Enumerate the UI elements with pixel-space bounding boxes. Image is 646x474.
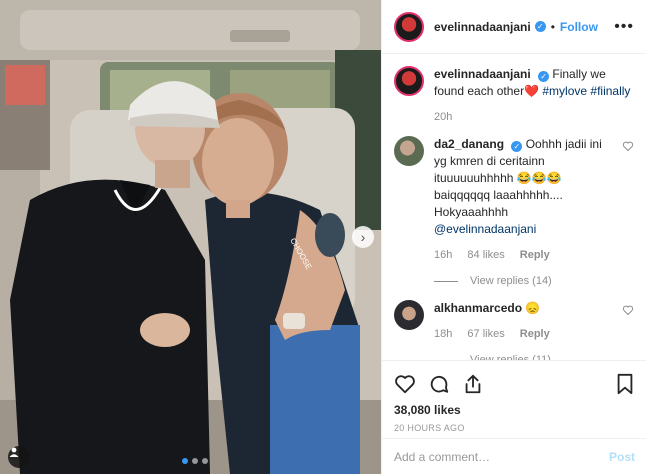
commenter-avatar[interactable]: [394, 136, 424, 166]
comment-time[interactable]: 16h: [434, 249, 452, 261]
comment-input[interactable]: [394, 449, 609, 464]
verified-badge-icon: ✓: [534, 21, 546, 32]
carousel-dot: [192, 458, 198, 464]
post-timestamp[interactable]: 20 HOURS AGO: [394, 423, 635, 433]
caption-avatar[interactable]: [394, 66, 424, 96]
reply-button[interactable]: Reply: [520, 249, 550, 261]
hashtag-link[interactable]: #fiinally: [590, 84, 630, 98]
verified-badge-icon: ✓: [538, 71, 550, 82]
follow-button[interactable]: Follow: [560, 20, 598, 34]
caption-time[interactable]: 20h: [434, 111, 452, 123]
comment-username[interactable]: alkhanmarcedo: [434, 301, 522, 315]
post-side-panel: evelinnadaanjani ✓ • Follow ••• evelinna…: [381, 0, 646, 474]
post-comment-button[interactable]: Post: [609, 450, 635, 464]
like-count[interactable]: 38,080 likes: [394, 403, 635, 417]
heart-emoji: ❤️: [524, 84, 540, 98]
author-avatar[interactable]: [394, 11, 424, 42]
carousel-dot: [202, 458, 208, 464]
reply-button[interactable]: Reply: [520, 328, 550, 340]
comment-item: da2_danang ✓ Oohhh jadii ini yg kmren di…: [394, 136, 634, 290]
comment-item: alkhanmarcedo 😞 18h 67 likes Reply View …: [394, 300, 634, 360]
view-replies-button[interactable]: View replies (14): [434, 273, 614, 290]
more-options-icon[interactable]: •••: [614, 18, 634, 36]
comment-username[interactable]: da2_danang: [434, 137, 504, 151]
post-photo[interactable]: CHOOSE ›: [0, 0, 381, 474]
share-icon[interactable]: [462, 373, 484, 395]
photo-illustration: CHOOSE: [0, 0, 381, 474]
bookmark-icon[interactable]: [615, 373, 635, 395]
post-header: evelinnadaanjani ✓ • Follow •••: [382, 0, 646, 54]
user-tag-button[interactable]: [8, 446, 30, 468]
comment-bubble-icon[interactable]: [428, 373, 450, 395]
chevron-right-icon: ›: [360, 229, 366, 245]
comment-like-heart-icon[interactable]: [622, 304, 634, 316]
author-username[interactable]: evelinnadaanjani: [434, 20, 531, 34]
hashtag-link[interactable]: #mylove: [542, 84, 587, 98]
mention-link[interactable]: @evelinnadaanjani: [434, 222, 536, 236]
add-comment-bar: Post: [382, 438, 646, 474]
carousel-dot-active: [182, 458, 188, 464]
heart-icon[interactable]: [394, 373, 416, 395]
comment-likes[interactable]: 67 likes: [467, 328, 504, 340]
post-actions: 38,080 likes 20 HOURS AGO: [382, 360, 646, 433]
caption: evelinnadaanjani ✓ Finally we found each…: [394, 66, 634, 126]
commenter-avatar[interactable]: [394, 300, 424, 330]
comment-like-heart-icon[interactable]: [622, 140, 634, 152]
comment-text: 😞: [525, 301, 541, 315]
comments-list: evelinnadaanjani ✓ Finally we found each…: [382, 54, 646, 360]
carousel-next-button[interactable]: ›: [352, 226, 374, 248]
verified-badge-icon: ✓: [511, 141, 523, 152]
user-tag-icon: [9, 447, 19, 457]
carousel-indicator: [182, 458, 208, 464]
comment-likes[interactable]: 84 likes: [467, 249, 504, 261]
view-replies-button[interactable]: View replies (11): [434, 352, 614, 360]
header-separator: •: [550, 19, 555, 34]
comment-time[interactable]: 18h: [434, 328, 452, 340]
caption-username[interactable]: evelinnadaanjani: [434, 67, 531, 81]
